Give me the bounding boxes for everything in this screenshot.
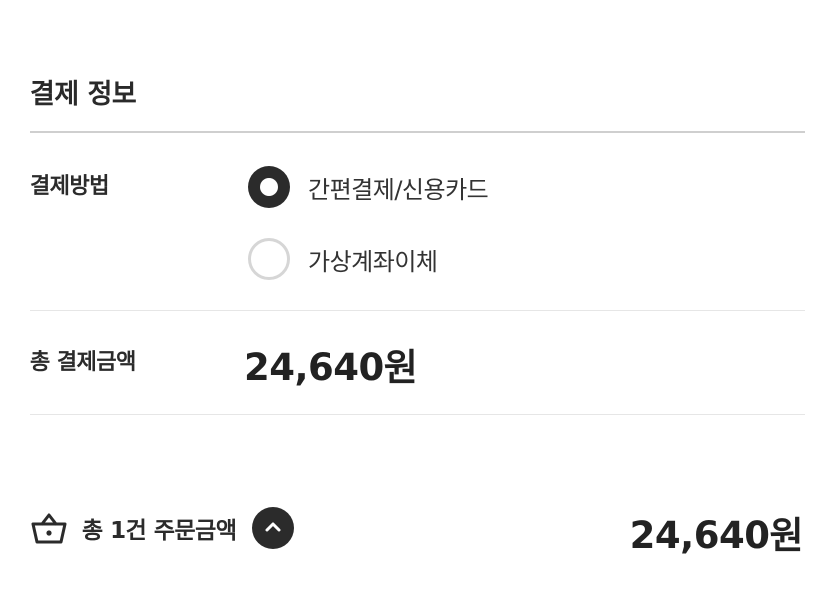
order-total-label: 총 1건 주문금액 xyxy=(82,518,237,544)
chevron-up-icon xyxy=(263,519,283,538)
payment-option-virtual-account[interactable]: 가상계좌이체 xyxy=(248,238,438,280)
payment-option-virtual-account-label: 가상계좌이체 xyxy=(308,247,438,276)
row-divider xyxy=(30,310,805,311)
row-divider xyxy=(30,414,805,415)
payment-method-label: 결제방법 xyxy=(30,174,109,199)
payment-option-card-label: 간편결제/신용카드 xyxy=(308,175,489,204)
radio-selected-icon[interactable] xyxy=(248,166,290,208)
order-summary-bar: 총 1건 주문금액 xyxy=(30,505,295,551)
total-payment-amount: 24,640원 xyxy=(244,346,418,389)
payment-option-card[interactable]: 간편결제/신용카드 xyxy=(248,166,489,208)
order-total-amount: 24,640원 xyxy=(629,514,804,557)
radio-unselected-icon[interactable] xyxy=(248,238,290,280)
page-title: 결제 정보 xyxy=(30,79,137,110)
order-details-toggle[interactable] xyxy=(252,507,295,549)
title-divider xyxy=(30,131,805,133)
basket-icon xyxy=(30,509,68,547)
total-payment-label: 총 결제금액 xyxy=(30,350,136,375)
